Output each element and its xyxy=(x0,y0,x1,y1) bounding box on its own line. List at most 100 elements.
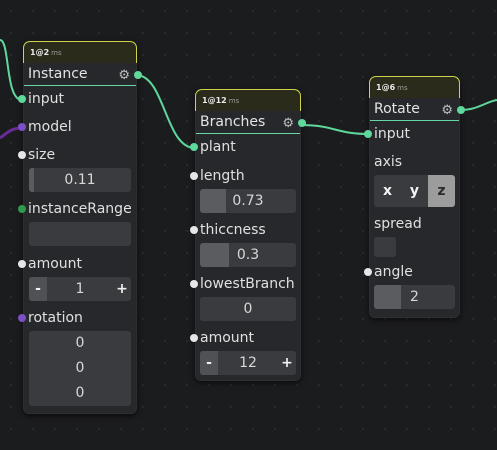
amount-stepper[interactable]: - 12 + xyxy=(200,351,296,375)
size-value: 0.11 xyxy=(64,172,96,188)
model-row: model xyxy=(18,114,136,140)
node-title: Rotate xyxy=(374,101,420,117)
thiccness-slider[interactable]: 0.3 xyxy=(200,243,296,267)
timing-unit: ms xyxy=(397,84,408,92)
model-socket[interactable] xyxy=(18,123,26,131)
branches-header[interactable]: Branches ⚙ xyxy=(196,111,306,135)
amount-label: amount xyxy=(28,256,83,272)
length-value: 0.73 xyxy=(232,193,264,209)
lowest-branch-label: lowestBranch xyxy=(200,276,295,292)
model-label: model xyxy=(28,119,72,135)
spread-label: spread xyxy=(374,216,422,232)
size-row: size xyxy=(18,142,136,168)
angle-socket[interactable] xyxy=(364,268,372,276)
increment-button[interactable]: + xyxy=(113,277,131,301)
length-fill xyxy=(200,189,226,213)
gear-icon[interactable]: ⚙ xyxy=(441,100,453,122)
input-socket[interactable] xyxy=(364,130,372,138)
thiccness-value: 0.3 xyxy=(236,247,260,263)
instance-range-field[interactable] xyxy=(29,222,131,246)
plant-row: plant xyxy=(190,134,300,160)
amount-value: 1 xyxy=(75,281,85,297)
angle-label: angle xyxy=(374,264,413,280)
lowest-branch-field[interactable]: 0 xyxy=(200,297,296,321)
input-label: input xyxy=(374,126,411,142)
decrement-button[interactable]: - xyxy=(200,351,218,375)
angle-value: 2 xyxy=(410,289,419,305)
node-title: Instance xyxy=(28,66,88,82)
decrement-button[interactable]: - xyxy=(29,277,47,301)
rotation-z-value[interactable]: 0 xyxy=(29,381,131,406)
lowest-branch-socket[interactable] xyxy=(190,280,198,288)
amount-value: 12 xyxy=(239,355,257,371)
spread-checkbox[interactable] xyxy=(374,237,396,257)
rotation-x-value[interactable]: 0 xyxy=(29,331,131,356)
plant-label: plant xyxy=(200,139,236,155)
input-row: input xyxy=(364,121,459,147)
timing-value: 1@2 xyxy=(30,48,50,57)
instance-node[interactable]: 1@2 ms Instance ⚙ input model size 0.11 i… xyxy=(18,41,142,414)
rotate-timing-badge: 1@6 ms xyxy=(369,76,460,98)
branches-timing-badge: 1@12 ms xyxy=(195,89,301,111)
instance-range-socket[interactable] xyxy=(18,205,26,213)
axis-z-option[interactable]: z xyxy=(428,175,455,207)
rotate-header[interactable]: Rotate ⚙ xyxy=(370,98,465,122)
instance-header[interactable]: Instance ⚙ xyxy=(24,63,142,87)
instance-range-label: instanceRange xyxy=(28,201,132,217)
rotation-socket[interactable] xyxy=(18,314,26,322)
size-field[interactable]: 0.11 xyxy=(29,168,131,192)
size-fill xyxy=(29,168,34,192)
timing-unit: ms xyxy=(51,49,62,57)
node-title: Branches xyxy=(200,114,266,130)
input-row: input xyxy=(18,86,136,112)
lowest-branch-value: 0 xyxy=(243,301,253,317)
gear-icon[interactable]: ⚙ xyxy=(282,113,294,135)
input-socket[interactable] xyxy=(18,95,26,103)
instance-timing-badge: 1@2 ms xyxy=(23,41,137,63)
gear-icon[interactable]: ⚙ xyxy=(118,65,130,87)
increment-button[interactable]: + xyxy=(278,351,296,375)
rotate-node[interactable]: 1@6 ms Rotate ⚙ input axis x y z spread a… xyxy=(364,76,465,318)
axis-y-option[interactable]: y xyxy=(401,175,428,207)
thiccness-socket[interactable] xyxy=(190,226,198,234)
length-row: length xyxy=(190,163,300,189)
rotation-vector-field[interactable]: 0 0 0 xyxy=(29,331,131,406)
timing-value: 1@12 xyxy=(202,96,227,105)
amount-row: amount xyxy=(190,325,300,351)
output-socket[interactable] xyxy=(134,71,142,79)
lowest-branch-row: lowestBranch xyxy=(190,271,300,297)
length-socket[interactable] xyxy=(190,172,198,180)
amount-stepper[interactable]: - 1 + xyxy=(29,277,131,301)
timing-value: 1@6 xyxy=(376,83,396,92)
angle-row: angle xyxy=(364,259,459,285)
rotation-label: rotation xyxy=(28,310,83,326)
output-socket[interactable] xyxy=(298,119,306,127)
wire-branches-to-rotate xyxy=(299,124,371,135)
size-socket[interactable] xyxy=(18,151,26,159)
wire-rotate-out xyxy=(459,99,497,111)
size-label: size xyxy=(28,147,56,163)
rotation-row: rotation xyxy=(18,305,136,331)
amount-label: amount xyxy=(200,330,255,346)
thiccness-fill xyxy=(200,243,229,267)
axis-selector[interactable]: x y z xyxy=(374,175,455,207)
axis-x-option[interactable]: x xyxy=(374,175,401,207)
length-label: length xyxy=(200,168,245,184)
thiccness-label: thiccness xyxy=(200,222,266,238)
amount-row: amount xyxy=(18,251,136,277)
amount-socket[interactable] xyxy=(190,334,198,342)
amount-socket[interactable] xyxy=(18,260,26,268)
plant-socket[interactable] xyxy=(190,143,198,151)
branches-node[interactable]: 1@12 ms Branches ⚙ plant length 0.73 thic… xyxy=(190,89,306,381)
length-slider[interactable]: 0.73 xyxy=(200,189,296,213)
angle-fill xyxy=(374,285,401,309)
wire-into-instance xyxy=(0,39,23,101)
rotation-y-value[interactable]: 0 xyxy=(29,356,131,381)
instance-range-row: instanceRange xyxy=(18,196,136,222)
thiccness-row: thiccness xyxy=(190,217,300,243)
output-socket[interactable] xyxy=(457,106,465,114)
spread-row: spread xyxy=(370,211,459,237)
angle-slider[interactable]: 2 xyxy=(374,285,455,309)
axis-row: axis xyxy=(370,149,459,175)
wire-instance-to-branches xyxy=(135,74,196,149)
